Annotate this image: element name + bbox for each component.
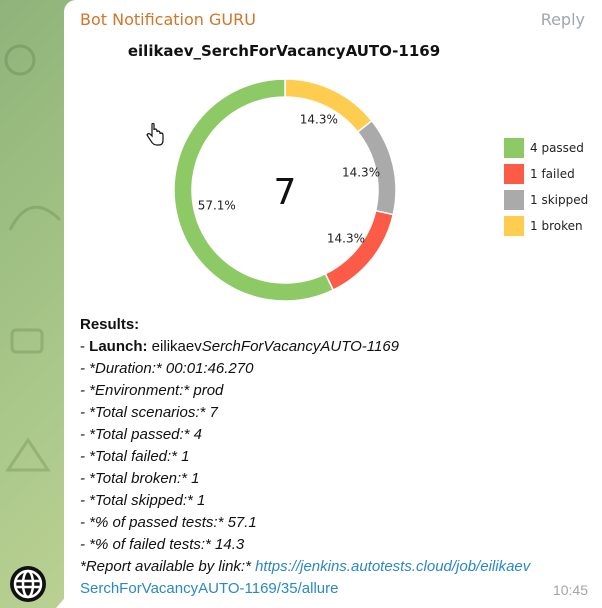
globe-icon [13,569,43,599]
launch-label: Launch: [89,338,148,355]
results-line: - *Environment:* prod [80,382,224,399]
legend-item: 1 skipped [504,187,588,212]
sender-name[interactable]: Bot Notification GURU [80,10,256,29]
results-line: - *Total broken:* 1 [80,470,200,487]
slice-label: 57.1% [198,199,236,213]
results-line: - *Total skipped:* 1 [80,492,206,509]
slice-label: 14.3% [327,232,365,246]
chat-background-pattern [4,44,62,472]
chart-legend: 4 passed 1 failed 1 skipped 1 broken [504,135,588,239]
results-launch-line: - Launch: eilikaevSerchForVacancyAUTO-11… [80,336,590,358]
message-timestamp: 10:45 [552,582,588,598]
legend-label: 1 broken [530,218,583,233]
center-total-label: 7 [274,172,297,213]
report-link-continued[interactable]: SerchForVacancyAUTO-1169/35/allure [80,580,338,597]
legend-swatch [504,215,524,236]
legend-item: 4 passed [504,135,588,160]
results-line: - *Total failed:* 1 [80,448,190,465]
results-line: - *% of passed tests:* 57.1 [80,514,257,531]
legend-item: 1 broken [504,213,588,238]
launch-plain: eilikaev [147,338,202,355]
results-line: - *Total passed:* 4 [80,426,203,443]
hand-cursor-icon [146,123,164,146]
report-line-continued: SerchForVacancyAUTO-1169/35/allure [80,578,590,600]
legend-label: 1 failed [530,166,575,181]
legend-label: 1 skipped [530,192,589,207]
results-text: Results: - Launch: eilikaevSerchForVacan… [80,314,590,600]
slice-label: 14.3% [300,113,338,127]
slice-label: 14.3% [342,166,380,180]
report-line: *Report available by link:* https://jenk… [80,556,590,578]
reply-button[interactable]: Reply [541,10,585,29]
legend-item: 1 failed [504,161,588,186]
legend-swatch [504,163,524,184]
bot-avatar[interactable] [10,566,46,602]
report-link[interactable]: https://jenkins.autotests.cloud/job/eili… [255,558,530,575]
report-label: *Report available by link:* [80,558,256,575]
results-line: - *Duration:* 00:01:46.270 [80,360,254,377]
message-bubble[interactable]: Bot Notification GURU Reply eilikaev_Ser… [64,0,602,608]
legend-swatch [504,189,524,210]
results-line: - *Total scenarios:* 7 [80,404,218,421]
donut-chart[interactable]: 14.3% 14.3% 14.3% 57.1% 7 [165,70,405,310]
results-line: - *% of failed tests:* 14.3 [80,536,245,553]
legend-swatch [504,137,524,158]
results-heading: Results: [80,316,140,333]
launch-italic: SerchForVacancyAUTO-1169 [201,338,400,355]
launch-prefix: - [80,338,90,355]
legend-label: 4 passed [530,140,584,155]
chart-title: eilikaev_SerchForVacancyAUTO-1169 [127,42,441,60]
donut-slice[interactable] [324,209,395,292]
